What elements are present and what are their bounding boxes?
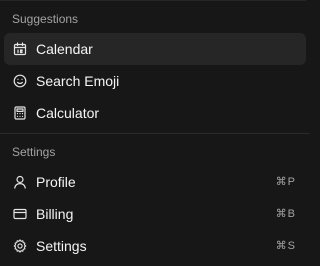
command-item-label: Calculator bbox=[36, 105, 100, 121]
keyboard-shortcut: ⌘S bbox=[275, 240, 296, 252]
command-item-search-emoji[interactable]: Search Emoji bbox=[4, 65, 306, 97]
command-item-calculator[interactable]: Calculator bbox=[4, 97, 306, 129]
command-item-label: Settings bbox=[36, 238, 87, 254]
keyboard-shortcut: ⌘P bbox=[275, 176, 296, 188]
credit-card-icon bbox=[13, 207, 27, 221]
command-list: Suggestions Calendar Search Emoji Calcul… bbox=[0, 0, 310, 266]
settings-icon bbox=[13, 239, 27, 253]
command-item-calendar[interactable]: Calendar bbox=[4, 33, 306, 65]
command-item-label: Billing bbox=[36, 206, 74, 222]
command-item-settings[interactable]: Settings ⌘S bbox=[4, 230, 306, 262]
top-border bbox=[0, 0, 306, 1]
command-item-label: Calendar bbox=[36, 41, 93, 57]
group-divider bbox=[0, 133, 310, 134]
suggestions-heading: Suggestions bbox=[12, 12, 79, 26]
calculator-icon bbox=[13, 106, 27, 120]
command-item-profile[interactable]: Profile ⌘P bbox=[4, 166, 306, 198]
command-item-label: Profile bbox=[36, 174, 76, 190]
calendar-icon bbox=[13, 42, 27, 56]
command-item-billing[interactable]: Billing ⌘B bbox=[4, 198, 306, 230]
user-icon bbox=[13, 175, 27, 189]
keyboard-shortcut: ⌘B bbox=[275, 208, 296, 220]
settings-heading: Settings bbox=[12, 145, 56, 159]
smile-icon bbox=[13, 74, 27, 88]
command-item-label: Search Emoji bbox=[36, 73, 120, 89]
